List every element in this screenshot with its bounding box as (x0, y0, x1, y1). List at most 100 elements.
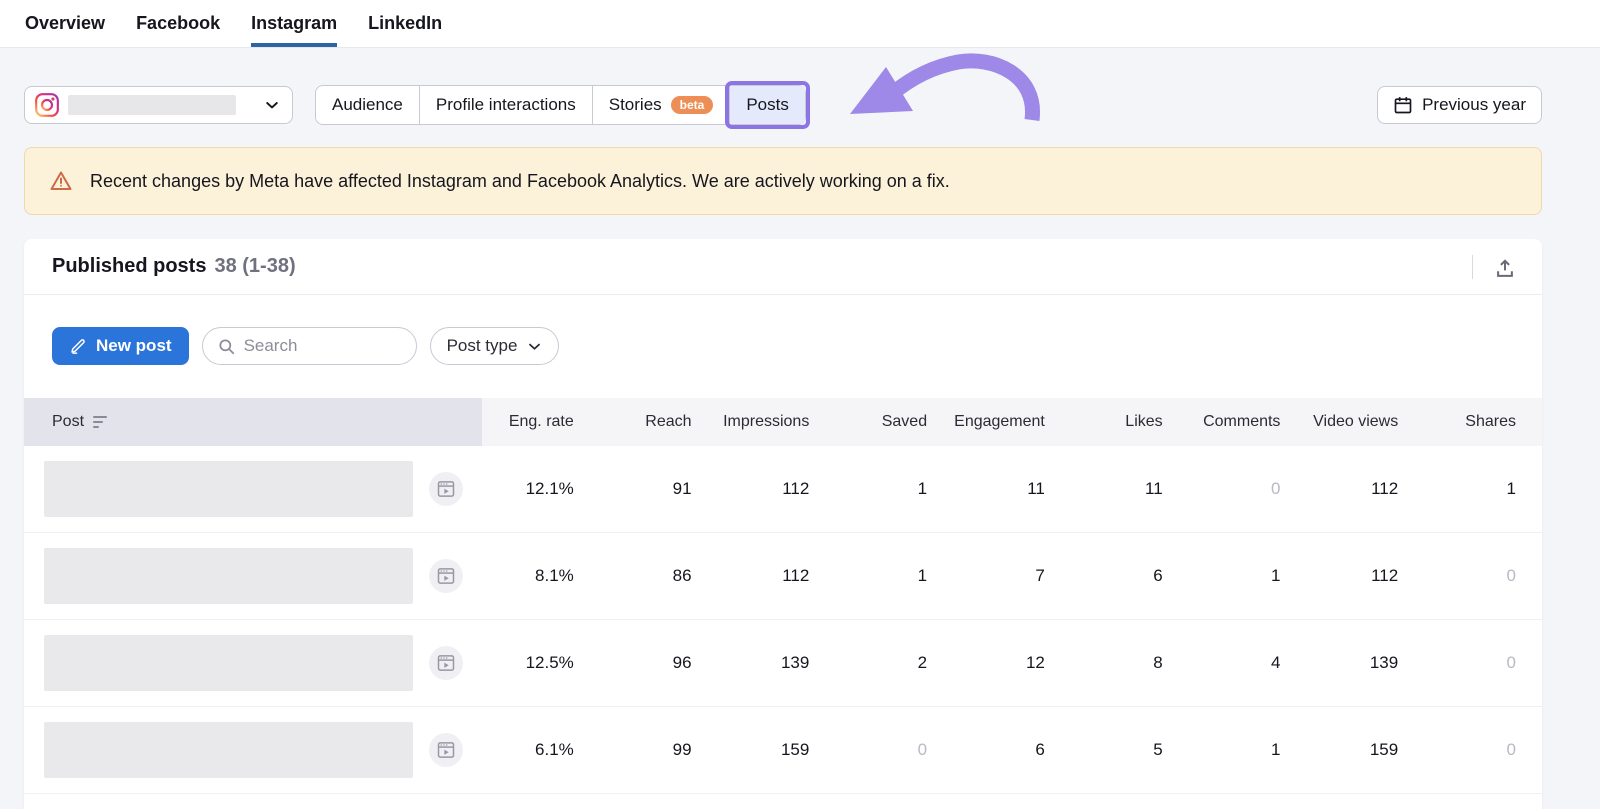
nav-tab-facebook[interactable]: Facebook (136, 0, 220, 47)
column-header-post[interactable]: Post (24, 398, 482, 446)
post-type-label: Post type (446, 336, 518, 355)
column-header-likes[interactable]: Likes (1070, 398, 1189, 446)
cell-eng-rate: 8.1% (535, 566, 574, 585)
previous-year-button[interactable]: Previous year (1377, 86, 1542, 124)
post-thumbnail-redacted[interactable] (44, 548, 413, 604)
instagram-icon (34, 92, 60, 118)
post-cell (24, 533, 482, 619)
column-header-video-views[interactable]: Video views (1306, 398, 1425, 446)
cell-likes: 6 (1153, 566, 1163, 585)
cell-reach: 86 (672, 566, 692, 585)
column-header-impressions[interactable]: Impressions (717, 398, 836, 446)
subtab-audience[interactable]: Audience (316, 86, 420, 124)
cell-video-views: 139 (1369, 653, 1399, 672)
new-post-button[interactable]: New post (52, 327, 189, 365)
cell-shares: 0 (1506, 740, 1516, 759)
cell-shares: 0 (1506, 566, 1516, 585)
panel-header: Published posts 38 (1-38) (24, 239, 1542, 295)
cell-comments: 4 (1270, 653, 1281, 672)
column-header-eng-rate[interactable]: Eng. rate (482, 398, 600, 446)
subtab-label: Profile interactions (435, 95, 576, 114)
subtab-label: Stories (608, 95, 662, 114)
post-cell (24, 620, 482, 706)
subtab-stories[interactable]: Stories beta (593, 86, 731, 124)
subtab-posts[interactable]: Posts (725, 81, 810, 129)
nav-tab-instagram[interactable]: Instagram (251, 0, 338, 47)
nav-tab-overview[interactable]: Overview (25, 0, 105, 47)
column-header-comments[interactable]: Comments (1188, 398, 1307, 446)
cell-impressions: 159 (780, 740, 810, 759)
top-nav: Overview Facebook Instagram LinkedIn (0, 0, 1600, 48)
table-body: 12.1% 91 112 1 11 11 0 112 1 8.1% 86 112 1 7 6 1 112 0 1… (24, 446, 1542, 794)
table-row[interactable]: 12.5% 96 139 2 12 8 4 139 0 (24, 620, 1542, 707)
cell-video-views: 112 (1371, 566, 1399, 585)
cell-impressions: 139 (780, 653, 810, 672)
cell-saved: 2 (917, 653, 928, 672)
search-input[interactable] (243, 336, 384, 356)
post-cell (24, 446, 482, 532)
video-post-icon (429, 733, 463, 767)
cell-comments: 0 (1270, 479, 1281, 498)
column-header-shares[interactable]: Shares (1424, 398, 1542, 446)
cell-saved: 1 (917, 479, 928, 498)
post-thumbnail-redacted[interactable] (44, 722, 413, 778)
cell-impressions: 112 (782, 566, 810, 585)
column-header-engagement[interactable]: Engagement (953, 398, 1071, 446)
banner-text: Recent changes by Meta have affected Ins… (90, 170, 950, 191)
search-icon (217, 337, 236, 356)
cell-engagement: 6 (1035, 740, 1045, 759)
cell-eng-rate: 6.1% (535, 740, 574, 759)
cell-likes: 8 (1153, 653, 1163, 672)
warning-icon (49, 169, 73, 193)
post-thumbnail-redacted[interactable] (44, 461, 413, 517)
cell-engagement: 11 (1027, 479, 1045, 498)
video-post-icon (429, 559, 463, 593)
post-thumbnail-redacted[interactable] (44, 635, 413, 691)
cell-shares: 1 (1506, 479, 1516, 498)
table-row[interactable]: 12.1% 91 112 1 11 11 0 112 1 (24, 446, 1542, 533)
cell-engagement: 7 (1035, 566, 1045, 585)
cell-likes: 5 (1153, 740, 1163, 759)
cell-comments: 1 (1270, 740, 1281, 759)
date-button-label: Previous year (1422, 95, 1526, 114)
posts-toolbar: New post Post type (24, 295, 1542, 365)
chevron-down-icon (527, 339, 542, 354)
cell-likes: 11 (1145, 479, 1163, 498)
warning-banner: Recent changes by Meta have affected Ins… (24, 147, 1542, 215)
subtab-label: Audience (332, 95, 403, 114)
video-post-icon (429, 472, 463, 506)
new-post-label: New post (96, 336, 172, 355)
cell-saved: 1 (917, 566, 928, 585)
table-header-row: Post Eng. rate Reach Impressions Saved Engag… (24, 398, 1542, 446)
subtab-profile-interactions[interactable]: Profile interactions (420, 86, 593, 124)
table-row[interactable]: 8.1% 86 112 1 7 6 1 112 0 (24, 533, 1542, 620)
cell-reach: 91 (672, 479, 692, 498)
column-header-reach[interactable]: Reach (599, 398, 718, 446)
controls-row: Audience Profile interactions Stories beta P… (24, 81, 1542, 129)
cell-reach: 96 (672, 653, 692, 672)
account-selector[interactable] (24, 86, 293, 124)
export-icon (1494, 258, 1516, 280)
column-header-saved[interactable]: Saved (835, 398, 954, 446)
table-row[interactable]: 6.1% 99 159 0 6 5 1 159 0 (24, 707, 1542, 794)
cell-shares: 0 (1506, 653, 1516, 672)
chevron-down-icon (264, 97, 280, 113)
cell-saved: 0 (917, 740, 928, 759)
cell-reach: 99 (672, 740, 692, 759)
post-cell (24, 707, 482, 793)
cell-impressions: 112 (782, 479, 810, 498)
post-type-dropdown[interactable]: Post type (429, 327, 560, 365)
cell-engagement: 12 (1025, 653, 1045, 672)
pencil-icon (69, 337, 87, 355)
cell-eng-rate: 12.1% (525, 479, 574, 498)
instagram-subtabs: Audience Profile interactions Stories beta P… (315, 81, 810, 129)
beta-badge: beta (670, 96, 714, 114)
calendar-icon (1393, 95, 1413, 115)
export-button[interactable] (1473, 254, 1518, 280)
search-box (201, 327, 417, 365)
cell-video-views: 159 (1369, 740, 1399, 759)
cell-video-views: 112 (1371, 479, 1399, 498)
account-name-redacted (68, 95, 236, 115)
nav-tab-linkedin[interactable]: LinkedIn (368, 0, 442, 47)
cell-eng-rate: 12.5% (525, 653, 574, 672)
